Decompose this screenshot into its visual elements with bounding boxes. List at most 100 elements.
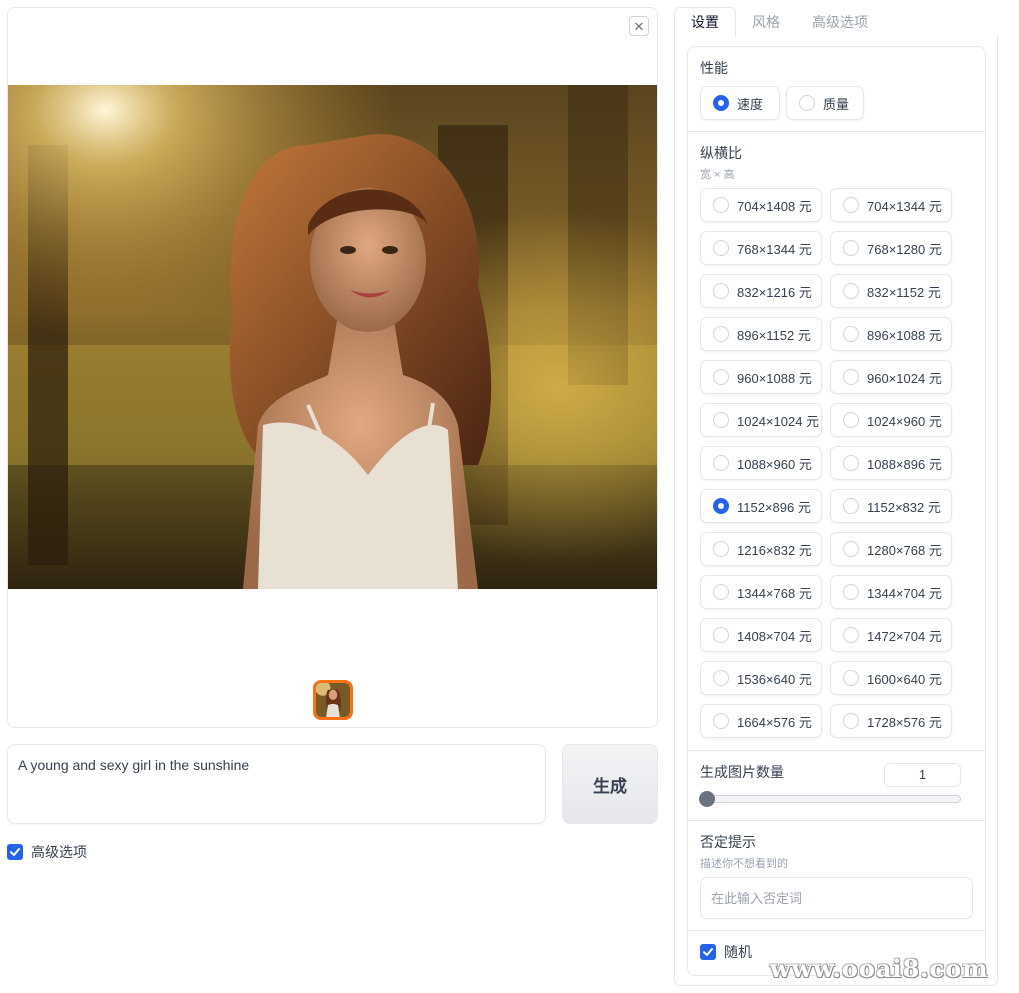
aspect-ratio-option-label: 896×1152 元 bbox=[737, 327, 811, 343]
aspect-ratio-option[interactable]: 832×1216 元 bbox=[700, 274, 822, 308]
image-count-input[interactable]: 1 bbox=[884, 763, 961, 787]
radio-unchecked-icon[interactable] bbox=[713, 455, 729, 471]
image-count-slider[interactable] bbox=[699, 791, 961, 807]
radio-unchecked-icon[interactable] bbox=[843, 240, 859, 256]
radio-unchecked-icon[interactable] bbox=[713, 670, 729, 686]
aspect-ratio-option-label: 1088×960 元 bbox=[737, 456, 812, 472]
aspect-ratio-option[interactable]: 768×1344 元 bbox=[700, 231, 822, 265]
radio-unchecked-icon[interactable] bbox=[713, 197, 729, 213]
aspect-ratio-option[interactable]: 1216×832 元 bbox=[700, 532, 822, 566]
radio-unchecked-icon[interactable] bbox=[843, 627, 859, 643]
radio-unchecked-icon[interactable] bbox=[713, 326, 729, 342]
radio-unchecked-icon[interactable] bbox=[799, 95, 815, 111]
aspect-ratio-option[interactable]: 1408×704 元 bbox=[700, 618, 822, 652]
radio-unchecked-icon[interactable] bbox=[713, 283, 729, 299]
aspect-ratio-option-label: 1344×704 元 bbox=[867, 585, 942, 601]
radio-unchecked-icon[interactable] bbox=[843, 541, 859, 557]
aspect-ratio-option-label: 832×1152 元 bbox=[867, 284, 941, 300]
radio-unchecked-icon[interactable] bbox=[713, 541, 729, 557]
performance-option-quality[interactable]: 质量 bbox=[786, 86, 864, 120]
aspect-ratio-option-label: 768×1280 元 bbox=[867, 241, 942, 257]
performance-section: 性能 速度 质量 bbox=[688, 47, 985, 132]
performance-option-speed[interactable]: 速度 bbox=[700, 86, 780, 120]
aspect-ratio-option-label: 1472×704 元 bbox=[867, 628, 942, 644]
radio-checked-icon[interactable] bbox=[713, 498, 729, 514]
aspect-ratio-option[interactable]: 1536×640 元 bbox=[700, 661, 822, 695]
prompt-input-container bbox=[7, 744, 546, 824]
radio-unchecked-icon[interactable] bbox=[713, 369, 729, 385]
checkbox-checked-icon[interactable] bbox=[700, 944, 716, 960]
aspect-ratio-option-label: 768×1344 元 bbox=[737, 241, 812, 257]
radio-unchecked-icon[interactable] bbox=[713, 412, 729, 428]
aspect-ratio-option-label: 1408×704 元 bbox=[737, 628, 812, 644]
random-label: 随机 bbox=[724, 944, 752, 960]
generated-image[interactable] bbox=[8, 85, 657, 589]
aspect-ratio-option[interactable]: 960×1024 元 bbox=[830, 360, 952, 394]
radio-unchecked-icon[interactable] bbox=[713, 713, 729, 729]
random-checkbox[interactable]: 随机 bbox=[700, 942, 752, 962]
aspect-ratio-option-label: 704×1344 元 bbox=[867, 198, 942, 214]
gallery-thumbnail[interactable] bbox=[313, 680, 353, 720]
radio-checked-icon[interactable] bbox=[713, 95, 729, 111]
aspect-ratio-option-label: 1728×576 元 bbox=[867, 714, 942, 730]
aspect-ratio-option[interactable]: 896×1152 元 bbox=[700, 317, 822, 351]
aspect-ratio-option[interactable]: 1152×896 元 bbox=[700, 489, 822, 523]
aspect-ratio-option-label: 1152×896 元 bbox=[737, 499, 811, 515]
aspect-ratio-option[interactable]: 1664×576 元 bbox=[700, 704, 822, 738]
aspect-ratio-option[interactable]: 832×1152 元 bbox=[830, 274, 952, 308]
aspect-ratio-option[interactable]: 704×1344 元 bbox=[830, 188, 952, 222]
tab-advanced[interactable]: 高级选项 bbox=[796, 7, 884, 37]
tab-style[interactable]: 风格 bbox=[736, 7, 796, 37]
radio-unchecked-icon[interactable] bbox=[843, 713, 859, 729]
aspect-ratio-option[interactable]: 768×1280 元 bbox=[830, 231, 952, 265]
aspect-ratio-option-label: 1024×1024 元 bbox=[737, 413, 820, 429]
prompt-input[interactable] bbox=[8, 745, 545, 823]
radio-unchecked-icon[interactable] bbox=[843, 455, 859, 471]
aspect-ratio-option[interactable]: 1472×704 元 bbox=[830, 618, 952, 652]
advanced-options-checkbox[interactable]: 高级选项 bbox=[7, 842, 87, 862]
aspect-ratio-option-label: 1216×832 元 bbox=[737, 542, 812, 558]
aspect-ratio-option[interactable]: 704×1408 元 bbox=[700, 188, 822, 222]
radio-unchecked-icon[interactable] bbox=[843, 584, 859, 600]
radio-unchecked-icon[interactable] bbox=[843, 412, 859, 428]
aspect-ratio-option[interactable]: 1280×768 元 bbox=[830, 532, 952, 566]
radio-unchecked-icon[interactable] bbox=[843, 670, 859, 686]
aspect-ratio-option-label: 1280×768 元 bbox=[867, 542, 942, 558]
close-icon[interactable]: ✕ bbox=[629, 16, 649, 36]
aspect-ratio-option[interactable]: 896×1088 元 bbox=[830, 317, 952, 351]
performance-option-label: 质量 bbox=[823, 96, 850, 112]
radio-unchecked-icon[interactable] bbox=[843, 369, 859, 385]
negative-prompt-section: 否定提示 描述你不想看到的 bbox=[688, 821, 985, 931]
aspect-ratio-option[interactable]: 1344×768 元 bbox=[700, 575, 822, 609]
image-count-section: 生成图片数量 1 bbox=[688, 751, 985, 821]
settings-panel-inner: 性能 速度 质量 纵横比 宽 × 高 704×1408 元 704×1344 元 7… bbox=[687, 46, 986, 976]
checkbox-checked-icon[interactable] bbox=[7, 844, 23, 860]
radio-unchecked-icon[interactable] bbox=[843, 197, 859, 213]
aspect-ratio-option[interactable]: 1024×960 元 bbox=[830, 403, 952, 437]
aspect-ratio-option-label: 1536×640 元 bbox=[737, 671, 812, 687]
tab-settings[interactable]: 设置 bbox=[674, 7, 736, 37]
radio-unchecked-icon[interactable] bbox=[713, 627, 729, 643]
watermark-text: www.ooai8.com bbox=[770, 954, 989, 983]
aspect-ratio-option[interactable]: 960×1088 元 bbox=[700, 360, 822, 394]
generate-button[interactable]: 生成 bbox=[562, 744, 658, 824]
aspect-ratio-option[interactable]: 1152×832 元 bbox=[830, 489, 952, 523]
aspect-ratio-option-label: 1152×832 元 bbox=[867, 499, 941, 515]
aspect-ratio-subtitle: 宽 × 高 bbox=[700, 169, 735, 181]
aspect-ratio-option[interactable]: 1600×640 元 bbox=[830, 661, 952, 695]
radio-unchecked-icon[interactable] bbox=[713, 240, 729, 256]
negative-prompt-input[interactable] bbox=[700, 877, 973, 919]
radio-unchecked-icon[interactable] bbox=[843, 498, 859, 514]
aspect-ratio-option[interactable]: 1088×960 元 bbox=[700, 446, 822, 480]
advanced-options-label: 高级选项 bbox=[31, 844, 87, 860]
aspect-ratio-option[interactable]: 1024×1024 元 bbox=[700, 403, 822, 437]
radio-unchecked-icon[interactable] bbox=[843, 283, 859, 299]
radio-unchecked-icon[interactable] bbox=[713, 584, 729, 600]
aspect-ratio-option[interactable]: 1088×896 元 bbox=[830, 446, 952, 480]
aspect-ratio-option[interactable]: 1344×704 元 bbox=[830, 575, 952, 609]
slider-handle[interactable] bbox=[699, 791, 715, 807]
aspect-ratio-option-label: 1664×576 元 bbox=[737, 714, 812, 730]
performance-title: 性能 bbox=[700, 60, 728, 76]
radio-unchecked-icon[interactable] bbox=[843, 326, 859, 342]
aspect-ratio-option[interactable]: 1728×576 元 bbox=[830, 704, 952, 738]
